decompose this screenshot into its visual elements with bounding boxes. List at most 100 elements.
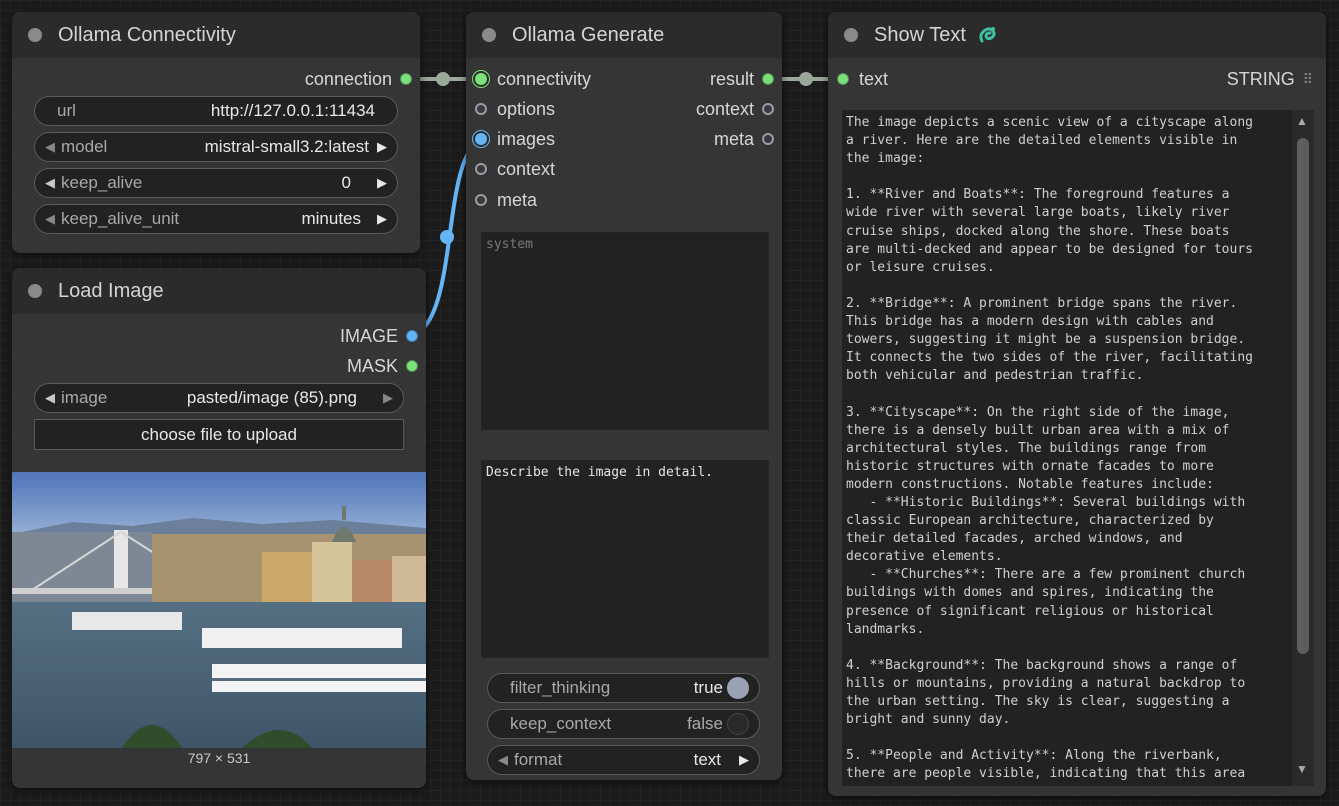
filter-thinking-toggle[interactable]: filter_thinking true	[487, 673, 760, 703]
scrollbar-thumb[interactable]	[1297, 138, 1309, 654]
widget-label: url	[57, 101, 76, 120]
output-context[interactable]: context	[696, 98, 774, 120]
toggle-off-icon[interactable]	[727, 713, 749, 735]
input-pin-icon[interactable]	[837, 73, 849, 85]
image-dimensions: 797 × 531	[12, 750, 426, 766]
output-image[interactable]: IMAGE	[340, 325, 418, 347]
grid-list-icon[interactable]: ⠿	[1303, 71, 1313, 88]
prompt-textarea[interactable]: Describe the image in detail.	[481, 460, 769, 658]
ollama-connectivity-node[interactable]: Ollama Connectivity connection url http:…	[12, 12, 420, 253]
output-label: connection	[304, 68, 392, 89]
output-label: result	[709, 68, 754, 89]
input-text[interactable]: text	[837, 68, 888, 90]
output-label: meta	[713, 128, 754, 149]
arrow-left-icon[interactable]: ◀	[45, 390, 55, 406]
system-placeholder: system	[486, 237, 533, 252]
input-pin-icon[interactable]	[475, 133, 487, 145]
image-combo[interactable]: ◀ image pasted/image (85).png ▶	[34, 383, 404, 413]
widget-value: 0	[341, 173, 351, 192]
ollama-generate-node[interactable]: Ollama Generate connectivity options ima…	[466, 12, 782, 780]
widget-value: mistral-small3.2:latest	[204, 137, 369, 156]
output-pin-icon[interactable]	[762, 73, 774, 85]
node-title: Ollama Connectivity	[58, 23, 236, 46]
format-combo[interactable]: ◀ format text ▶	[487, 745, 760, 775]
widget-label: format	[514, 750, 563, 769]
keep-alive-number[interactable]: ◀ keep_alive 0 ▶	[34, 168, 398, 198]
upload-button[interactable]: choose file to upload	[34, 419, 404, 450]
arrow-left-icon[interactable]: ◀	[45, 139, 55, 155]
image-dimensions-label: 797 × 531	[187, 750, 251, 766]
collapse-dot-icon[interactable]	[28, 28, 42, 42]
widget-value: minutes	[301, 209, 361, 228]
boat-2	[202, 628, 402, 648]
input-label: images	[497, 128, 556, 149]
toggle-on-icon[interactable]	[727, 677, 749, 699]
output-pin-icon[interactable]	[406, 360, 418, 372]
output-label: context	[695, 98, 754, 119]
link-text-midpoint[interactable]	[799, 72, 813, 86]
widget-value: true	[693, 678, 723, 697]
widget-value: false	[687, 714, 723, 733]
input-images[interactable]: images	[475, 128, 555, 150]
arrow-right-icon[interactable]: ▶	[739, 752, 749, 768]
widget-label: filter_thinking	[510, 678, 611, 697]
scroll-up-icon[interactable]: ▲	[1296, 114, 1308, 128]
arrow-right-icon[interactable]: ▶	[383, 390, 393, 406]
input-pin-icon[interactable]	[475, 194, 487, 206]
input-connectivity[interactable]: connectivity	[475, 68, 591, 90]
input-pin-icon[interactable]	[475, 163, 487, 175]
load-image-node[interactable]: Load Image IMAGE MASK ◀ image pasted/ima…	[12, 268, 426, 788]
node-header[interactable]: Ollama Connectivity	[12, 12, 420, 58]
model-combo[interactable]: ◀ model mistral-small3.2:latest ▶	[34, 132, 398, 162]
input-context[interactable]: context	[475, 158, 555, 180]
arrow-right-icon[interactable]: ▶	[377, 175, 387, 191]
output-connection[interactable]: connection	[305, 68, 412, 90]
text-display[interactable]: The image depicts a scenic view of a cit…	[842, 110, 1314, 786]
scroll-down-icon[interactable]: ▼	[1296, 762, 1308, 776]
arrow-right-icon[interactable]: ▶	[377, 139, 387, 155]
output-string[interactable]: STRING ⠿	[1226, 68, 1313, 90]
upload-button-label: choose file to upload	[141, 424, 297, 444]
text-content: The image depicts a scenic view of a cit…	[846, 115, 1253, 782]
scrollbar[interactable]: ▲ ▼	[1292, 110, 1314, 786]
input-label: context	[497, 158, 556, 179]
widget-value: http://127.0.0.1:11434	[210, 101, 375, 120]
system-textarea[interactable]: system	[481, 232, 769, 430]
arrow-left-icon[interactable]: ◀	[45, 175, 55, 191]
input-options[interactable]: options	[475, 98, 555, 120]
output-label: MASK	[346, 355, 398, 376]
collapse-dot-icon[interactable]	[28, 284, 42, 298]
input-pin-icon[interactable]	[475, 103, 487, 115]
link-connection-midpoint[interactable]	[436, 72, 450, 86]
keep-alive-unit-combo[interactable]: ◀ keep_alive_unit minutes ▶	[34, 204, 398, 234]
widget-value: text	[693, 750, 721, 769]
show-text-node[interactable]: Show Text text STRING ⠿ The image depict…	[828, 12, 1326, 796]
input-label: options	[497, 98, 556, 119]
url-field[interactable]: url http://127.0.0.1:11434	[34, 96, 398, 126]
widget-label: model	[61, 137, 108, 156]
arrow-left-icon[interactable]: ◀	[45, 211, 55, 227]
widget-label: image	[61, 388, 108, 407]
arrow-left-icon[interactable]: ◀	[498, 752, 508, 768]
output-pin-icon[interactable]	[762, 103, 774, 115]
keep-context-toggle[interactable]: keep_context false	[487, 709, 760, 739]
output-pin-icon[interactable]	[406, 330, 418, 342]
collapse-dot-icon[interactable]	[482, 28, 496, 42]
output-result[interactable]: result	[710, 68, 774, 90]
output-meta[interactable]: meta	[714, 128, 774, 150]
output-pin-icon[interactable]	[400, 73, 412, 85]
output-label: STRING	[1226, 68, 1295, 89]
node-header[interactable]: Load Image	[12, 268, 426, 314]
image-preview	[12, 472, 426, 748]
link-image-midpoint[interactable]	[440, 230, 454, 244]
output-label: IMAGE	[339, 325, 398, 346]
input-pin-icon[interactable]	[475, 73, 487, 85]
output-pin-icon[interactable]	[762, 133, 774, 145]
arrow-right-icon[interactable]: ▶	[377, 211, 387, 227]
input-meta[interactable]: meta	[475, 189, 537, 211]
widget-value: pasted/image (85).png	[186, 388, 357, 407]
collapse-dot-icon[interactable]	[844, 28, 858, 42]
output-mask[interactable]: MASK	[347, 355, 418, 377]
node-header[interactable]: Show Text	[828, 12, 1326, 58]
node-header[interactable]: Ollama Generate	[466, 12, 782, 58]
